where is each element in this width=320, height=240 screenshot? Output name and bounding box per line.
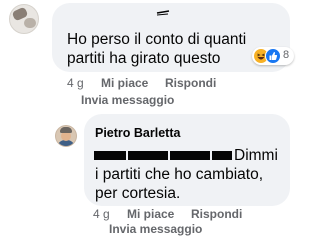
- avatar[interactable]: [9, 4, 39, 34]
- comment-timestamp[interactable]: 4 g: [93, 207, 110, 221]
- redaction-mark: [156, 10, 170, 16]
- comment-text: Ho perso il conto di quanti: [67, 31, 247, 48]
- avatar-image-shape: [24, 18, 36, 28]
- like-icon: [265, 48, 281, 64]
- like-button[interactable]: Mi piace: [127, 207, 174, 221]
- reaction-count: 8: [283, 49, 290, 61]
- comment-text: Dimmi: [234, 147, 278, 164]
- comment-timestamp[interactable]: 4 g: [67, 76, 84, 90]
- reactions-summary[interactable]: 8: [252, 47, 294, 65]
- avatar[interactable]: [55, 125, 77, 147]
- reply-button[interactable]: Rispondi: [165, 76, 216, 90]
- redaction-mark: [94, 151, 232, 160]
- avatar-image-shape: [60, 127, 72, 133]
- like-button[interactable]: Mi piace: [101, 76, 148, 90]
- comment-text: i partiti che ho cambiato,: [95, 166, 264, 183]
- send-message-button[interactable]: Invia messaggio: [109, 222, 202, 236]
- comment-author[interactable]: Pietro Barletta: [95, 126, 180, 140]
- comment-text: per cortesia.: [95, 185, 181, 202]
- avatar-image-shape: [57, 140, 75, 146]
- comment-text: partiti ha girato questo: [67, 50, 221, 67]
- send-message-button[interactable]: Invia messaggio: [81, 93, 174, 107]
- reply-button[interactable]: Rispondi: [191, 207, 242, 221]
